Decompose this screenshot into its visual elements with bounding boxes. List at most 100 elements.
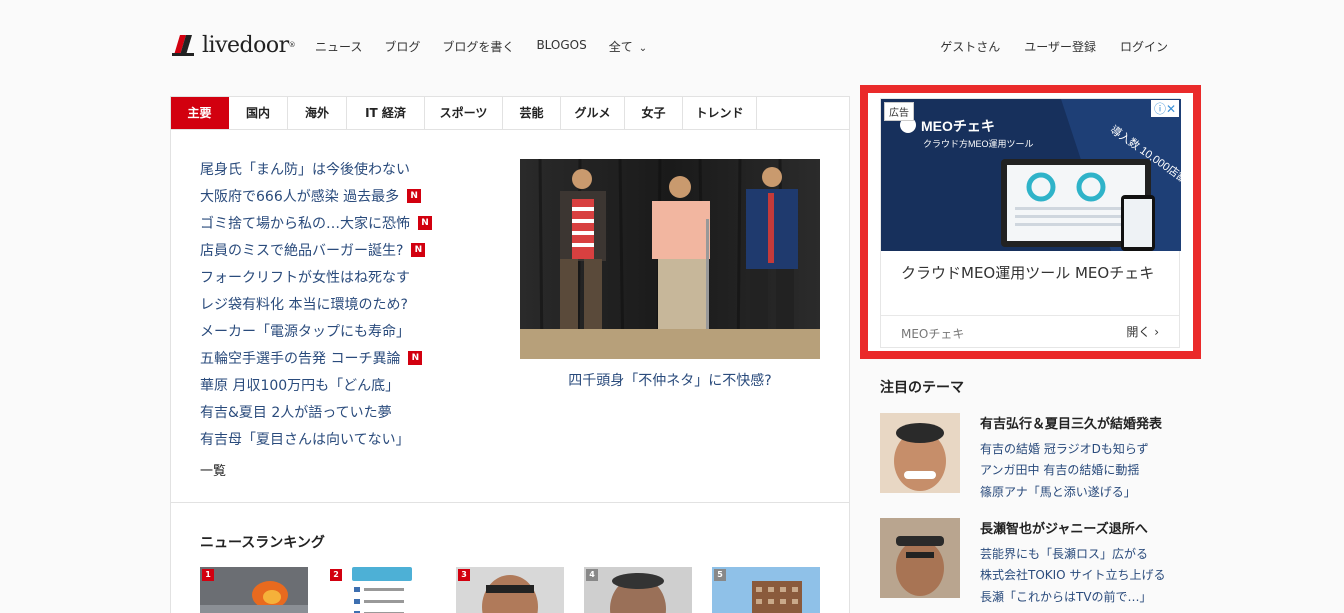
headline-link[interactable]: 大阪府で666人が感染 過去最多 N bbox=[200, 182, 490, 209]
tab-gourmet[interactable]: グルメ bbox=[561, 97, 625, 129]
tab-it-economy[interactable]: IT 経済 bbox=[347, 97, 425, 129]
nav-news[interactable]: ニュース bbox=[315, 38, 362, 55]
headline-text: 五輪空手選手の告発 コーチ異論 bbox=[200, 350, 401, 367]
tab-world[interactable]: 海外 bbox=[288, 97, 347, 129]
tab-domestic[interactable]: 国内 bbox=[229, 97, 288, 129]
tab-women[interactable]: 女子 bbox=[625, 97, 683, 129]
new-badge-icon: N bbox=[407, 188, 422, 203]
tab-sports[interactable]: スポーツ bbox=[425, 97, 503, 129]
headline-link[interactable]: 有吉&夏目 2人が語っていた夢 bbox=[200, 398, 490, 425]
nav-all[interactable]: 全て ⌄ bbox=[609, 38, 647, 55]
nav-all-label: 全て bbox=[608, 40, 633, 54]
registered-mark: ® bbox=[288, 41, 296, 49]
headline-text: 店員のミスで絶品バーガー誕生? bbox=[200, 242, 404, 259]
new-badge-icon: N bbox=[411, 242, 426, 257]
headline-text: 大阪府で666人が感染 過去最多 bbox=[200, 188, 400, 205]
ad-footer-divider bbox=[881, 315, 1179, 316]
ad-banner-image[interactable]: MEOチェキ クラウド方MEO運用ツール 導入数 10,000店舗 広告 ⓘ✕ bbox=[881, 99, 1181, 251]
theme-link[interactable]: 芸能界にも「長瀬ロス」広がる bbox=[980, 545, 1148, 562]
ranking-item[interactable]: 5 bbox=[712, 567, 820, 613]
ranking-item[interactable]: 1 bbox=[200, 567, 308, 613]
headline-link[interactable]: 華原 月収100万円も「どん底」 bbox=[200, 371, 490, 398]
feature-caption[interactable]: 四千頭身「不仲ネタ」に不快感? bbox=[520, 370, 820, 390]
headline-link[interactable]: ゴミ捨て場から私の…大家に恐怖 N bbox=[200, 209, 490, 236]
register-link[interactable]: ユーザー登録 bbox=[1024, 38, 1096, 55]
guest-label[interactable]: ゲストさん bbox=[940, 38, 1000, 55]
rank-number: 3 bbox=[458, 569, 470, 581]
user-nav: ゲストさん ユーザー登録 ログイン bbox=[940, 38, 1168, 55]
headline-link[interactable]: 尾身氏「まん防」は今後使わない bbox=[200, 155, 490, 182]
ranking-thumb-person bbox=[456, 567, 564, 613]
tab-entertainment[interactable]: 芸能 bbox=[503, 97, 561, 129]
headline-text: フォークリフトが女性はね死なす bbox=[200, 269, 410, 286]
new-badge-icon: N bbox=[418, 215, 432, 230]
ad-highlight-frame: MEOチェキ クラウド方MEO運用ツール 導入数 10,000店舗 広告 ⓘ✕ … bbox=[860, 85, 1201, 359]
headline-text: メーカー「電源タップにも寿命」 bbox=[200, 323, 410, 340]
ranking-item[interactable]: 3 bbox=[456, 567, 564, 613]
livedoor-logo[interactable]: livedoor ® bbox=[170, 31, 296, 59]
theme-item: 有吉弘行＆夏目三久が結婚発表 有吉の結婚 冠ラジオDも知らず アンガ田中 有吉の… bbox=[880, 413, 1200, 503]
tab-trend[interactable]: トレンド bbox=[683, 97, 757, 129]
rank-number: 2 bbox=[330, 569, 342, 581]
chevron-down-icon: ⌄ bbox=[638, 43, 648, 54]
theme-link[interactable]: 株式会社TOKIO サイト立ち上げる bbox=[980, 566, 1165, 583]
ad-headline[interactable]: クラウドMEO運用ツール MEOチェキ bbox=[901, 262, 1171, 285]
chevron-right-icon: › bbox=[1154, 325, 1159, 339]
theme-item: 長瀬智也がジャニーズ退所へ 芸能界にも「長瀬ロス」広がる 株式会社TOKIO サ… bbox=[880, 518, 1200, 608]
nav-blog[interactable]: ブログ bbox=[384, 38, 420, 55]
theme-link[interactable]: 長瀬「これからはTVの前で…」 bbox=[980, 588, 1152, 605]
headline-text: 有吉母「夏目さんは向いてない」 bbox=[200, 431, 410, 448]
ad-brand-text: MEOチェキ bbox=[921, 118, 995, 134]
global-nav: ニュース ブログ ブログを書く BLOGOS 全て ⌄ bbox=[315, 38, 647, 55]
theme-link[interactable]: 有吉の結婚 冠ラジオDも知らず bbox=[980, 440, 1149, 457]
headline-text: 有吉&夏目 2人が語っていた夢 bbox=[200, 404, 392, 421]
theme-thumbnail[interactable] bbox=[880, 518, 960, 598]
advertisement[interactable]: MEOチェキ クラウド方MEO運用ツール 導入数 10,000店舗 広告 ⓘ✕ … bbox=[880, 98, 1181, 348]
headline-text: 華原 月収100万円も「どん底」 bbox=[200, 377, 400, 394]
tab-top[interactable]: 主要 bbox=[171, 97, 229, 129]
ad-sponsor: MEOチェキ bbox=[901, 327, 965, 341]
headline-text: 尾身氏「まん防」は今後使わない bbox=[200, 161, 410, 178]
headline-link[interactable]: 店員のミスで絶品バーガー誕生? N bbox=[200, 236, 490, 263]
ad-tagline-text: クラウド方MEO運用ツール bbox=[923, 138, 1034, 149]
theme-link[interactable]: アンガ田中 有吉の結婚に動揺 bbox=[980, 461, 1139, 478]
headline-link[interactable]: メーカー「電源タップにも寿命」 bbox=[200, 317, 490, 344]
ad-info-close-icon[interactable]: ⓘ✕ bbox=[1150, 100, 1179, 117]
themes-title: 注目のテーマ bbox=[880, 380, 964, 396]
nav-blogos[interactable]: BLOGOS bbox=[536, 38, 586, 55]
headline-list: 尾身氏「まん防」は今後使わない 大阪府で666人が感染 過去最多 N ゴミ捨て場から私… bbox=[200, 155, 490, 479]
ad-open-button[interactable]: 開く › bbox=[1126, 323, 1159, 340]
headline-text: レジ袋有料化 本当に環境のため? bbox=[200, 296, 408, 313]
theme-photo-person bbox=[880, 413, 960, 493]
main-news-panel: 主要 国内 海外 IT 経済 スポーツ 芸能 グルメ 女子 トレンド 尾身氏「ま… bbox=[170, 96, 850, 613]
ad-label-badge: 広告 bbox=[884, 102, 914, 121]
logo-mark-icon bbox=[172, 35, 194, 56]
theme-thumbnail[interactable] bbox=[880, 413, 960, 493]
ad-open-label: 開く bbox=[1126, 325, 1151, 339]
headline-link[interactable]: 五輪空手選手の告発 コーチ異論 N bbox=[200, 344, 490, 371]
login-link[interactable]: ログイン bbox=[1120, 38, 1168, 55]
logo-text: livedoor bbox=[202, 32, 289, 58]
ranking-item[interactable]: 2 bbox=[328, 567, 436, 613]
theme-headline[interactable]: 有吉弘行＆夏目三久が結婚発表 bbox=[980, 413, 1162, 432]
category-tabs: 主要 国内 海外 IT 経済 スポーツ 芸能 グルメ 女子 トレンド bbox=[171, 97, 849, 130]
theme-photo-person bbox=[880, 518, 960, 598]
ad-banner-graphic: MEOチェキ クラウド方MEO運用ツール 導入数 10,000店舗 bbox=[881, 99, 1181, 251]
ranking-thumb-document bbox=[328, 567, 436, 613]
theme-link[interactable]: 篠原アナ「馬と添い遂げる」 bbox=[980, 483, 1136, 500]
rank-number: 1 bbox=[202, 569, 214, 581]
more-link[interactable]: 一覧 bbox=[200, 460, 490, 479]
nav-write-blog[interactable]: ブログを書く bbox=[442, 38, 514, 55]
feature-photo-image bbox=[520, 159, 820, 359]
rank-number: 5 bbox=[714, 569, 726, 581]
rank-number: 4 bbox=[586, 569, 598, 581]
feature-photo[interactable] bbox=[520, 159, 820, 359]
headline-link[interactable]: フォークリフトが女性はね死なす bbox=[200, 263, 490, 290]
ranking-thumb-building bbox=[712, 567, 820, 613]
theme-headline[interactable]: 長瀬智也がジャニーズ退所へ bbox=[980, 518, 1148, 537]
ranking-thumb-person bbox=[584, 567, 692, 613]
site-header: livedoor ® ニュース ブログ ブログを書く BLOGOS 全て ⌄ ゲスト… bbox=[0, 0, 1344, 92]
headline-link[interactable]: レジ袋有料化 本当に環境のため? bbox=[200, 290, 490, 317]
headline-link[interactable]: 有吉母「夏目さんは向いてない」 bbox=[200, 425, 490, 452]
ranking-item[interactable]: 4 bbox=[584, 567, 692, 613]
